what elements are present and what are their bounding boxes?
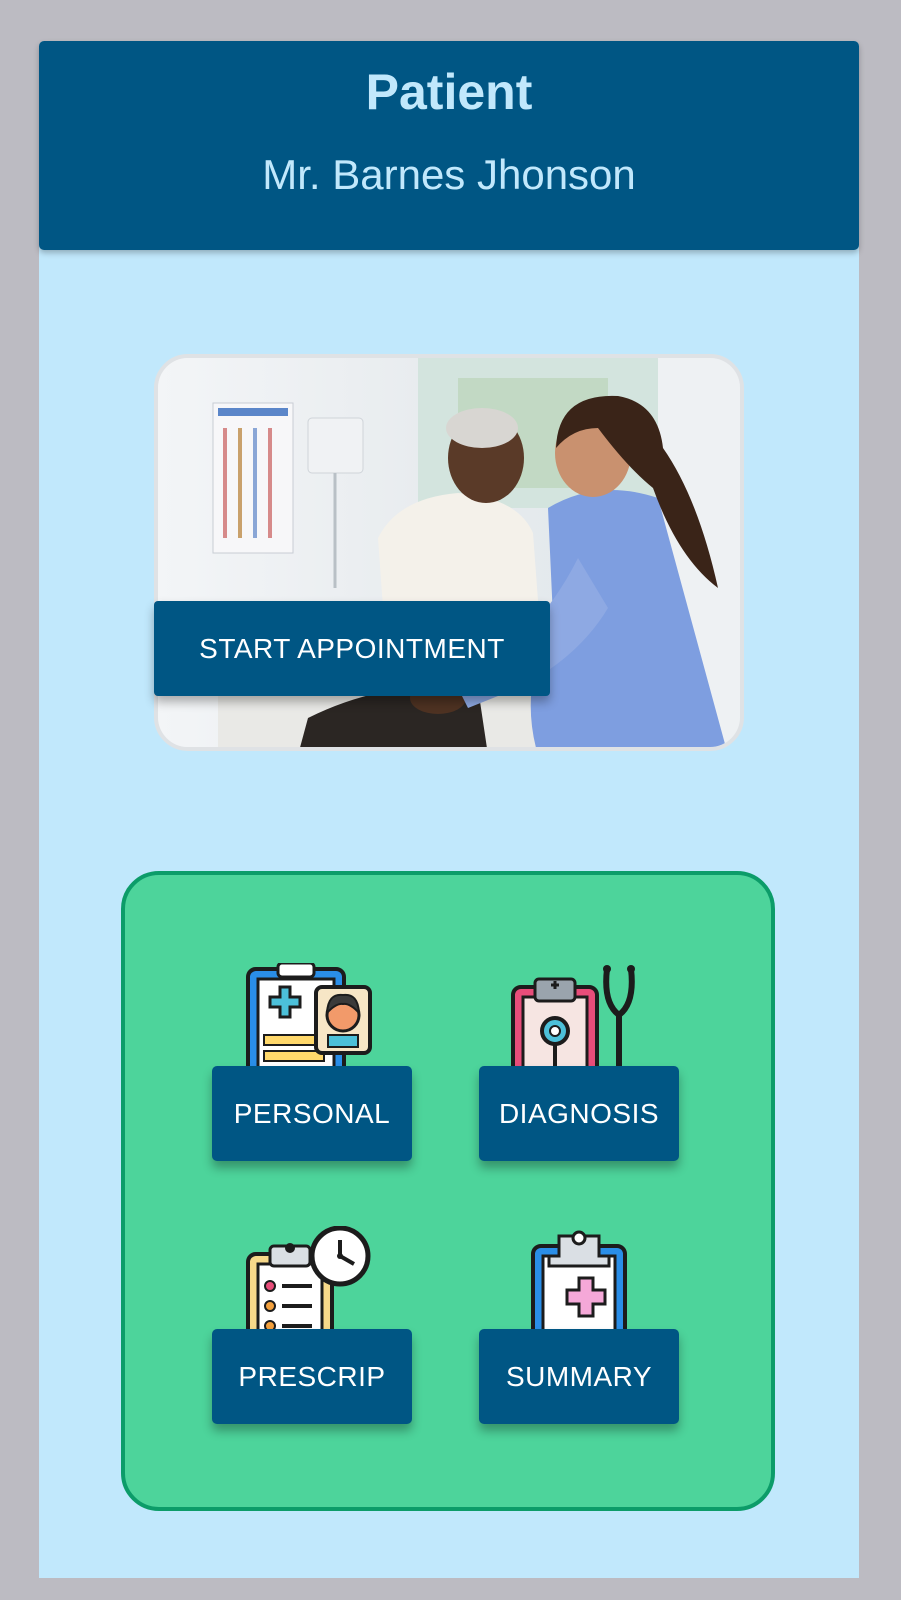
diagnosis-button[interactable]: DIAGNOSIS <box>479 1066 679 1161</box>
start-appointment-button[interactable]: START APPOINTMENT <box>154 601 550 696</box>
prescription-button[interactable]: PRESCRIP <box>212 1329 412 1424</box>
menu-panel: PERSONAL DIAGNOSIS PRESCRIP SUMMARY <box>121 871 775 1511</box>
page-title: Patient <box>365 64 533 120</box>
patient-name: Mr. Barnes Jhonson <box>262 151 636 198</box>
menu-tile-prescription: PRESCRIP <box>212 1226 412 1446</box>
menu-tile-diagnosis: DIAGNOSIS <box>479 963 679 1183</box>
header-bar: Patient Mr. Barnes Jhonson <box>39 41 859 250</box>
personal-button[interactable]: PERSONAL <box>212 1066 412 1161</box>
app-screen: Patient Mr. Barnes Jhonson START APPOINT… <box>39 41 859 1578</box>
menu-tile-personal: PERSONAL <box>212 963 412 1183</box>
summary-button[interactable]: SUMMARY <box>479 1329 679 1424</box>
menu-tile-summary: SUMMARY <box>479 1226 679 1446</box>
